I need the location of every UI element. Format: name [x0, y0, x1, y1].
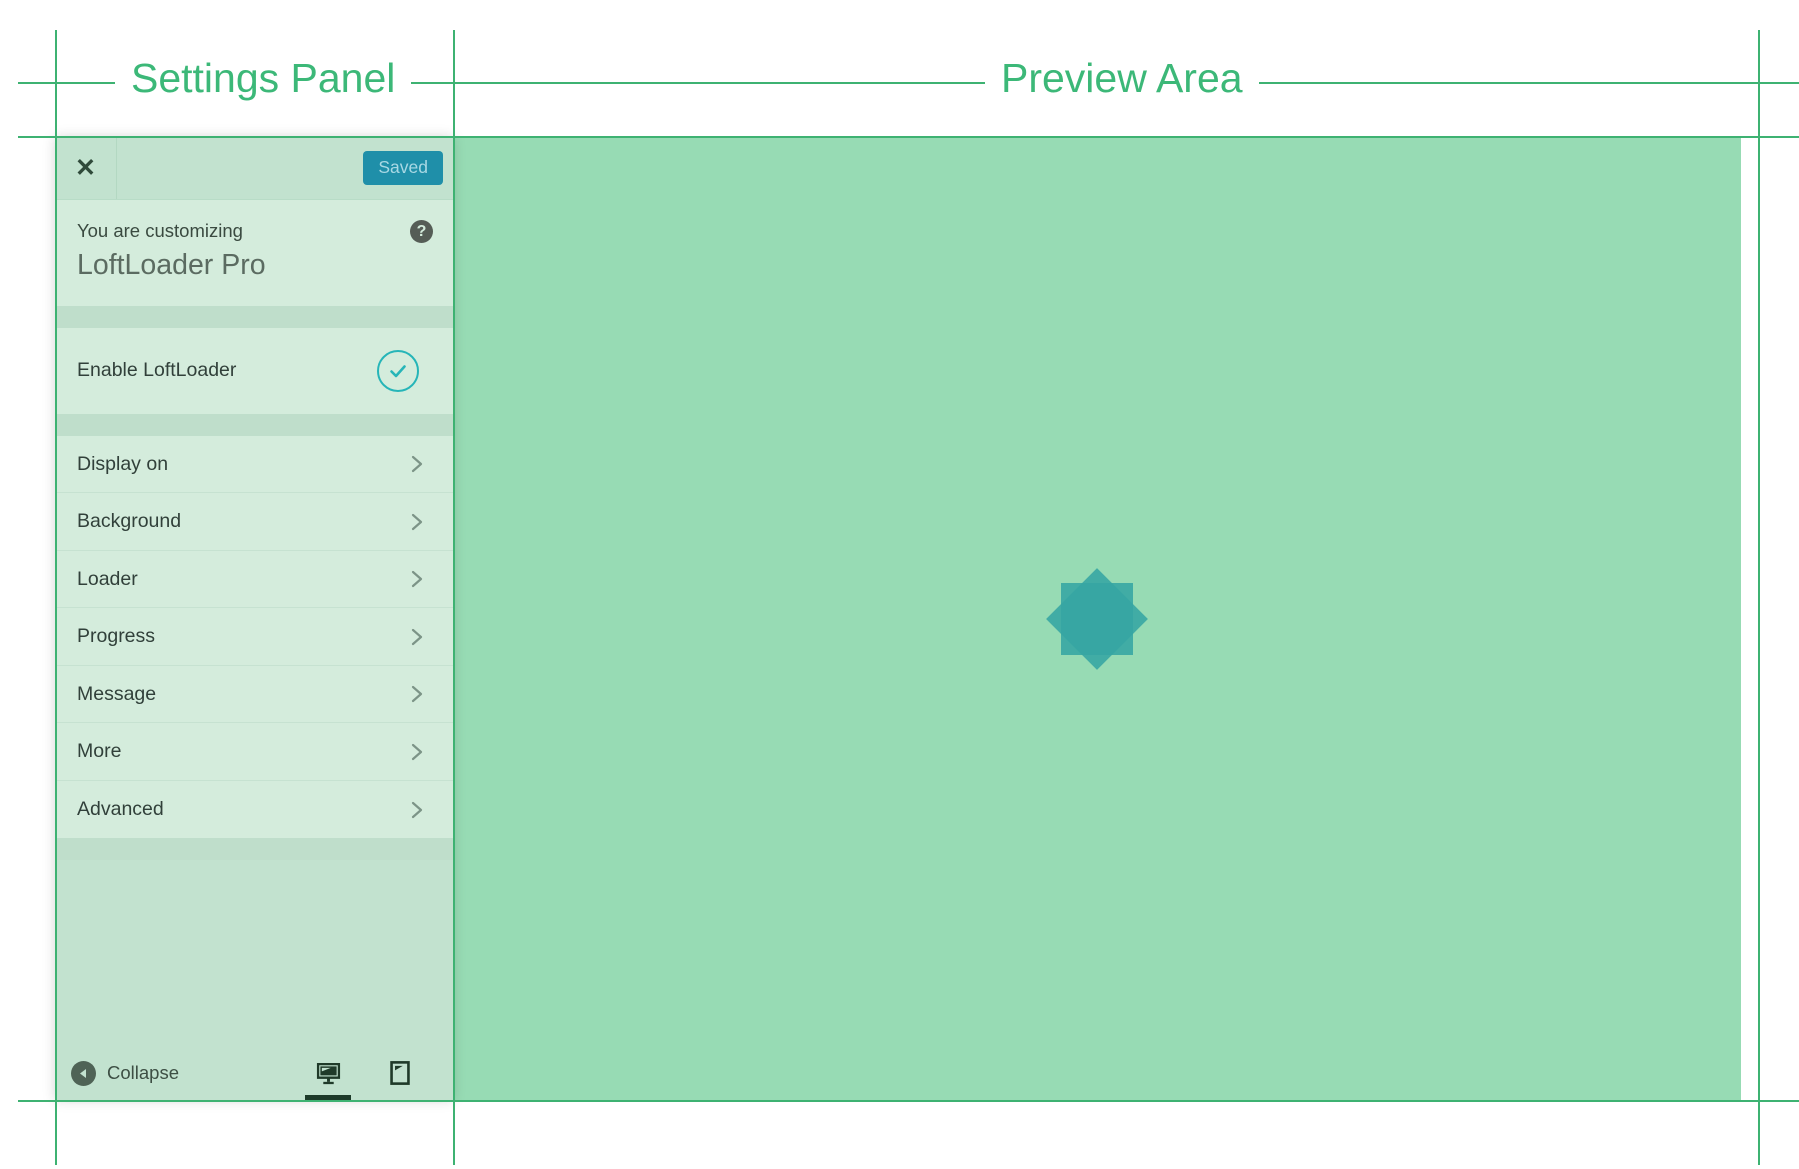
section-list: Display on Background Loader Progress Me…: [55, 435, 453, 839]
panel-empty-space: [55, 838, 453, 1046]
collapse-button[interactable]: Collapse: [71, 1060, 179, 1086]
customizer-footer: Collapse: [55, 1046, 453, 1100]
chevron-right-icon: [409, 511, 425, 533]
section-divider-band-2: [55, 413, 453, 436]
chevron-right-icon: [409, 626, 425, 648]
customizing-title: LoftLoader Pro: [77, 249, 266, 282]
help-icon[interactable]: ?: [410, 220, 433, 243]
checkmark-icon[interactable]: [377, 349, 419, 392]
guide-line-vertical-left: [55, 30, 57, 1165]
device-preview-switcher: [305, 1046, 453, 1100]
enable-loftloader-row[interactable]: Enable LoftLoader: [55, 327, 453, 414]
section-label: Advanced: [77, 798, 164, 821]
settings-panel: ✕ Saved You are customizing LoftLoader P…: [55, 137, 453, 1100]
sidebar-item-progress[interactable]: Progress: [55, 608, 453, 666]
sidebar-item-loader[interactable]: Loader: [55, 551, 453, 609]
annotation-preview-area: Preview Area: [985, 58, 1259, 99]
preview-area: [453, 137, 1741, 1100]
guide-line-vertical-right: [1758, 30, 1760, 1165]
close-icon[interactable]: ✕: [55, 137, 117, 199]
chevron-right-icon: [409, 799, 425, 821]
loader-preview-icon: [1046, 567, 1148, 670]
section-divider-band-1: [55, 305, 453, 328]
section-label: Message: [77, 682, 157, 705]
customizing-header: You are customizing LoftLoader Pro ?: [55, 199, 453, 306]
annotation-settings-panel: Settings Panel: [115, 58, 412, 99]
collapse-arrow-icon: [71, 1060, 96, 1086]
sidebar-item-background[interactable]: Background: [55, 493, 453, 551]
chevron-right-icon: [409, 453, 425, 475]
section-label: Background: [77, 510, 182, 533]
chevron-right-icon: [409, 683, 425, 705]
chevron-right-icon: [409, 741, 425, 763]
guide-line-vertical-mid: [453, 30, 455, 1165]
collapse-label: Collapse: [107, 1062, 179, 1083]
chevron-right-icon: [409, 568, 425, 590]
sidebar-item-message[interactable]: Message: [55, 666, 453, 724]
enable-loftloader-label: Enable LoftLoader: [77, 359, 237, 382]
section-label: Loader: [77, 567, 138, 590]
section-label: Progress: [77, 625, 156, 648]
sidebar-item-display-on[interactable]: Display on: [55, 436, 453, 494]
topbar-spacer: Saved: [117, 137, 453, 199]
sidebar-item-advanced[interactable]: Advanced: [55, 781, 453, 839]
customizer-topbar: ✕ Saved: [55, 137, 453, 199]
save-button[interactable]: Saved: [363, 150, 443, 186]
device-tablet-icon[interactable]: [377, 1046, 423, 1100]
section-label: Display on: [77, 452, 169, 475]
sidebar-item-more[interactable]: More: [55, 723, 453, 781]
device-desktop-icon[interactable]: [305, 1046, 351, 1100]
customizing-subtitle: You are customizing: [77, 220, 243, 241]
guide-line-horizontal-bottom: [18, 1100, 1799, 1102]
section-label: More: [77, 740, 122, 763]
guide-line-horizontal-panel: [18, 136, 1799, 138]
